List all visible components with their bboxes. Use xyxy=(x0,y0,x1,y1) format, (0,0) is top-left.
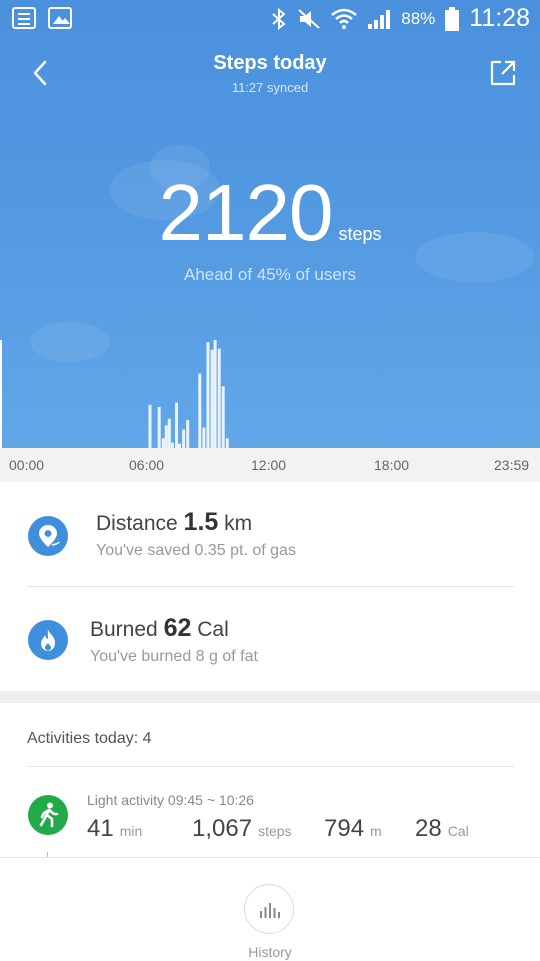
top-nav: Steps today 11:27 synced xyxy=(0,46,540,106)
status-bar: 88% 11:28 xyxy=(0,0,540,38)
notes-icon xyxy=(12,7,36,29)
activity-distance-value: 794 xyxy=(324,815,365,842)
steps-header-panel: 88% 11:28 Steps today 11:27 synced 2120 s… xyxy=(0,0,540,448)
bluetooth-icon xyxy=(272,7,286,30)
flame-icon xyxy=(28,620,68,660)
burned-label: Burned xyxy=(90,618,158,641)
activity-calories-unit: Cal xyxy=(447,823,469,839)
activity-steps: 1,067 steps xyxy=(192,815,292,843)
chart-bar xyxy=(217,348,221,448)
tick-label: 12:00 xyxy=(251,457,287,473)
chart-bar xyxy=(198,373,202,448)
wifi-icon xyxy=(331,8,358,29)
steps-count: 1,067 xyxy=(192,815,253,842)
chart-bar xyxy=(175,402,178,448)
share-icon[interactable] xyxy=(488,58,518,88)
sync-status: 11:27 synced xyxy=(231,80,309,95)
calories-row[interactable]: Burned 62 Cal You've burned 8 g of fat xyxy=(0,588,540,694)
chart-bar xyxy=(182,429,186,448)
activity-distance: 794 m xyxy=(324,815,382,843)
walking-person-icon xyxy=(28,795,68,835)
page-title: Steps today xyxy=(213,52,327,74)
distance-detail: You've saved 0.35 pt. of gas xyxy=(96,542,296,559)
duration-unit: min xyxy=(119,823,143,839)
activity-distance-unit: m xyxy=(370,823,382,839)
ranking-text: Ahead of 45% of users xyxy=(183,265,356,284)
divider xyxy=(27,586,514,587)
step-count: 2120 steps xyxy=(0,168,540,258)
tick-label: 06:00 xyxy=(129,457,165,473)
time-axis: 00:00 06:00 12:00 18:00 23:59 xyxy=(0,448,540,482)
chart-bar xyxy=(164,425,168,448)
chart-bar xyxy=(221,386,225,448)
tick-label: 18:00 xyxy=(374,457,410,473)
chart-bar xyxy=(202,427,206,448)
steps-bar-chart xyxy=(0,340,229,448)
activity-calories-value: 28 xyxy=(415,815,442,842)
bottom-bar: History xyxy=(0,857,540,961)
distance-row[interactable]: Distance 1.5 km You've saved 0.35 pt. of… xyxy=(0,482,540,588)
chart-bar xyxy=(157,407,161,448)
tick-label: 23:59 xyxy=(494,457,530,473)
history-label: History xyxy=(248,944,292,960)
chart-bar xyxy=(206,342,210,448)
bar-chart-icon xyxy=(260,903,280,918)
chart-bar xyxy=(167,418,171,448)
burned-detail: You've burned 8 g of fat xyxy=(90,648,258,665)
duration-value: 41 xyxy=(87,815,114,842)
chart-bar xyxy=(161,438,165,448)
distance-value: 1.5 xyxy=(183,508,219,536)
section-separator xyxy=(0,691,540,703)
battery-icon xyxy=(445,6,460,31)
activity-calories: 28 Cal xyxy=(415,815,469,843)
divider xyxy=(27,766,514,767)
chart-bar xyxy=(148,404,152,448)
history-button[interactable] xyxy=(244,884,294,934)
distance-label: Distance xyxy=(96,512,178,535)
activity-title: Light activity 09:45 ~ 10:26 xyxy=(87,792,254,808)
clock: 11:28 xyxy=(469,4,530,32)
burned-value: 62 xyxy=(163,614,192,642)
tick-label: 00:00 xyxy=(9,457,45,473)
battery-percent: 88% xyxy=(401,8,436,28)
chart-bar xyxy=(210,349,214,448)
steps-count-unit: steps xyxy=(258,823,292,839)
burned-unit: Cal xyxy=(197,618,229,641)
mute-icon xyxy=(298,8,320,29)
activities-header: Activities today: 4 xyxy=(27,730,152,747)
steps-unit: steps xyxy=(338,224,382,244)
distance-unit: km xyxy=(224,512,253,535)
signal-icon xyxy=(368,9,391,29)
gallery-icon xyxy=(48,7,72,29)
chart-bar xyxy=(186,419,190,448)
activity-duration: 41 min xyxy=(87,815,142,843)
location-pin-icon xyxy=(28,516,68,556)
chart-bar xyxy=(225,438,229,448)
chart-bar xyxy=(213,340,217,448)
steps-value: 2120 xyxy=(158,168,334,257)
